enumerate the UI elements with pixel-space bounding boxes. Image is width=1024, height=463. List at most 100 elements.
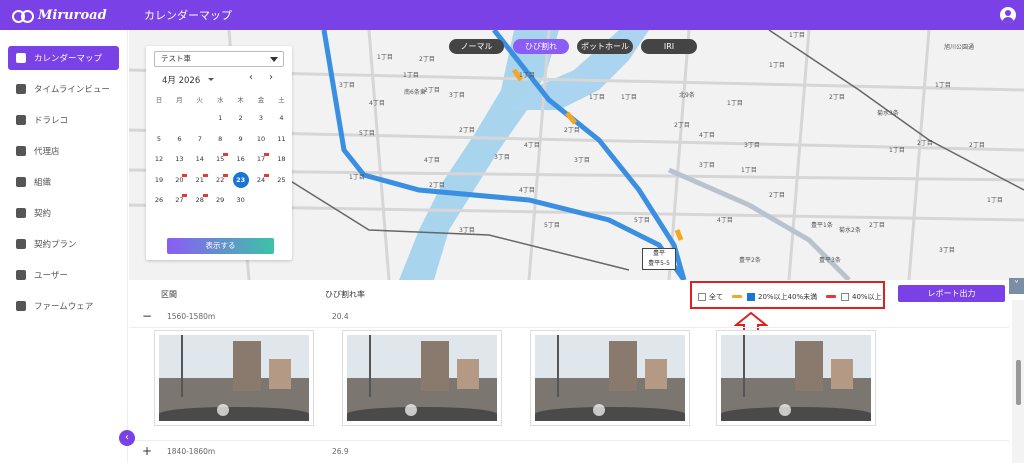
image-thumbnails: [148, 330, 1008, 430]
map-label: 2丁目: [917, 140, 933, 147]
vehicle-select[interactable]: テスト車: [154, 51, 284, 67]
filter-label: 20%以上40%未満: [758, 293, 818, 301]
sidebar-item-firmware[interactable]: ファームウェア: [8, 294, 119, 318]
calendar-day[interactable]: 23: [232, 171, 249, 188]
sidebar-item-contract-plan[interactable]: 契約プラン: [8, 232, 119, 256]
play-icon: [593, 404, 605, 416]
month-label[interactable]: 4月 2026: [162, 74, 200, 86]
checkbox-20-40[interactable]: [747, 293, 755, 301]
sidebar: カレンダーマップ タイムラインビュー ドラレコ 代理店 組織 契約 契約プラン …: [0, 30, 128, 463]
calendar-day[interactable]: 11: [273, 132, 289, 146]
map-label: 1丁目: [377, 54, 393, 61]
report-export-button[interactable]: レポート出力: [898, 285, 1005, 302]
mode-pothole-button[interactable]: ポットホール: [577, 39, 633, 54]
filter-40-plus[interactable]: 40%以上: [841, 292, 882, 302]
map-label: 4丁目: [524, 142, 540, 149]
sidebar-item-label: ユーザー: [34, 271, 68, 281]
table-row[interactable]: − 1560-1580m 20.4: [137, 309, 1017, 327]
calendar-day[interactable]: 4: [273, 111, 289, 125]
calendar-day[interactable]: 25: [273, 173, 289, 187]
sidebar-collapse-button[interactable]: ‹: [119, 430, 135, 446]
calendar-day[interactable]: 13: [171, 152, 187, 166]
scroll-toggle-button[interactable]: ˅: [1009, 278, 1024, 294]
map-label: 5丁目: [544, 222, 560, 229]
map-label: 1丁目: [727, 100, 743, 107]
calendar-day[interactable]: 2: [233, 111, 249, 125]
sidebar-item-timeline[interactable]: タイムラインビュー: [8, 77, 119, 101]
row-rate: 26.9: [332, 447, 349, 456]
mode-normal-button[interactable]: ノーマル: [449, 39, 504, 54]
filter-20-40[interactable]: 20%以上40%未満: [747, 292, 817, 302]
road-image-thumbnail[interactable]: [530, 330, 690, 426]
logo[interactable]: Miruroad: [12, 8, 130, 23]
calendar-day[interactable]: 30: [233, 193, 249, 207]
scrollbar-thumb[interactable]: [1016, 360, 1021, 405]
map-label: 5丁目: [359, 130, 375, 137]
calendar-day[interactable]: 18: [273, 152, 289, 166]
map-label: 1丁目: [889, 147, 905, 154]
document-icon: [16, 208, 26, 218]
road-image-thumbnail[interactable]: [154, 330, 314, 426]
checkbox-all[interactable]: [698, 293, 706, 301]
logo-text: Miruroad: [38, 7, 107, 23]
data-flag-icon: [202, 194, 208, 197]
road-image-thumbnail[interactable]: [342, 330, 502, 426]
map-label: 2丁目: [674, 122, 690, 129]
show-button[interactable]: 表示する: [167, 238, 274, 254]
checkbox-40-plus[interactable]: [841, 293, 849, 301]
map-label: 2丁目: [459, 127, 475, 134]
sidebar-item-organization[interactable]: 組織: [8, 170, 119, 194]
calendar-panel: テスト車 4月 2026 ‹ › 日月火水木金土 1 2 3 4 5 6 7 8 9 10 11 12 1…: [146, 46, 292, 260]
car-icon: [16, 115, 26, 125]
data-flag-icon: [264, 173, 269, 177]
calendar-day[interactable]: 26: [151, 193, 167, 207]
map-label: 2丁目: [829, 94, 845, 101]
sidebar-item-users[interactable]: ユーザー: [8, 263, 119, 287]
crack-segment-mid: [674, 229, 684, 241]
calendar-day[interactable]: 29: [212, 193, 228, 207]
sidebar-item-calendar-map[interactable]: カレンダーマップ: [8, 46, 119, 70]
sidebar-item-label: ドラレコ: [34, 116, 69, 126]
collapse-icon[interactable]: −: [142, 309, 152, 323]
next-month-icon[interactable]: ›: [269, 72, 273, 83]
month-dropdown-icon[interactable]: [208, 78, 214, 81]
weekday-label: 月: [176, 96, 183, 104]
row-range: 1840-1860m: [167, 447, 216, 456]
map-label: 4丁目: [424, 157, 440, 164]
table-row[interactable]: + 1840-1860m 26.9: [137, 444, 1017, 462]
sidebar-item-label: 契約プラン: [34, 240, 77, 250]
map-label: 1丁目: [519, 72, 535, 79]
sidebar-item-agency[interactable]: 代理店: [8, 139, 119, 163]
top-bar: Miruroad カレンダーマップ: [0, 0, 1024, 30]
calendar-day[interactable]: 7: [192, 132, 208, 146]
filter-all[interactable]: 全て: [698, 292, 723, 302]
calendar-day[interactable]: 14: [192, 152, 208, 166]
calendar-day[interactable]: 19: [151, 173, 167, 187]
road-image-thumbnail[interactable]: [716, 330, 876, 426]
calendar-day[interactable]: 5: [151, 132, 167, 146]
calendar-day[interactable]: 8: [212, 132, 228, 146]
expand-icon[interactable]: +: [142, 444, 152, 458]
mode-iri-button[interactable]: IRI: [641, 39, 697, 54]
calendar-day[interactable]: 12: [151, 152, 167, 166]
account-icon[interactable]: [1000, 7, 1016, 23]
river: [399, 30, 559, 280]
prev-month-icon[interactable]: ‹: [249, 72, 253, 83]
map-label: 2丁目: [419, 56, 435, 63]
calendar-day[interactable]: 1: [212, 111, 228, 125]
sidebar-item-dashcam[interactable]: ドラレコ: [8, 108, 119, 132]
mode-crack-button[interactable]: ひび割れ: [513, 39, 569, 54]
legend-high-swatch: [826, 295, 836, 298]
calendar-day[interactable]: 16: [233, 152, 249, 166]
calendar-day[interactable]: 6: [171, 132, 187, 146]
page-title: カレンダーマップ: [144, 9, 232, 22]
calendar-day[interactable]: 9: [233, 132, 249, 146]
sidebar-item-contract[interactable]: 契約: [8, 201, 119, 225]
map-label: 1丁目: [789, 32, 805, 39]
road-photo: [535, 335, 685, 421]
calendar-day[interactable]: 3: [253, 111, 269, 125]
map-label: 北9条: [679, 92, 695, 99]
calendar-day[interactable]: 10: [253, 132, 269, 146]
map-label: 2丁目: [424, 87, 440, 94]
sidebar-item-label: 代理店: [34, 147, 60, 157]
